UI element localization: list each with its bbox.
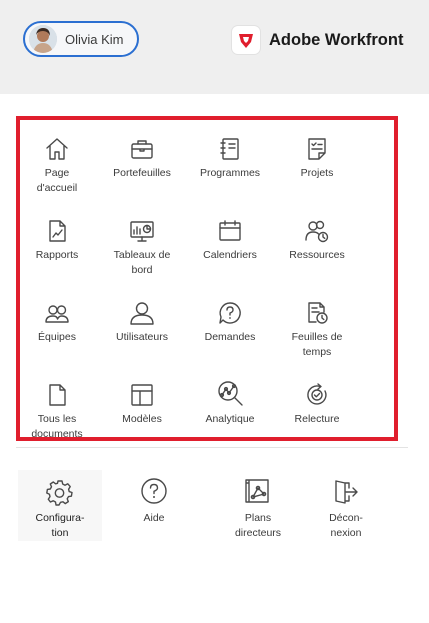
menu-item-label: Équipes (38, 331, 76, 343)
menu-item-home[interactable]: Page d'accueil (15, 128, 99, 196)
menu-item-proof[interactable]: Relecture (275, 374, 359, 427)
timesheet-icon (275, 292, 359, 326)
user-icon (100, 292, 184, 326)
calendar-icon (188, 210, 272, 244)
logout-icon (304, 470, 388, 506)
bottom-item-label: Décon-nexion (329, 512, 363, 539)
menu-item-label: Modèles (122, 413, 162, 425)
bottom-item-gear[interactable]: Configura-tion (18, 470, 102, 541)
blueprint-icon (216, 470, 300, 506)
menu-item-label: Rapports (35, 249, 79, 261)
menu-item-calendar[interactable]: Calendriers (188, 210, 272, 263)
menu-item-user[interactable]: Utilisateurs (100, 292, 184, 345)
dashboard-icon (100, 210, 184, 244)
help-icon (112, 470, 196, 506)
bottom-item-label: Configura-tion (35, 512, 85, 539)
bottom-item-logout[interactable]: Décon-nexion (304, 470, 388, 541)
bottom-item-label: Aide (143, 512, 165, 524)
briefcase-icon (100, 128, 184, 162)
menu-item-analytics[interactable]: Analytique (188, 374, 272, 427)
menu-item-label: Portefeuilles (113, 167, 171, 179)
teams-icon (15, 292, 99, 326)
brand: Adobe Workfront (232, 26, 403, 54)
bottom-item-label: Plans directeurs (234, 512, 282, 539)
requests-icon (188, 292, 272, 326)
bottom-item-blueprint[interactable]: Plans directeurs (216, 470, 300, 541)
analytics-icon (188, 374, 272, 408)
divider (16, 447, 408, 448)
bottom-item-help[interactable]: Aide (112, 470, 196, 526)
user-profile-button[interactable]: Olivia Kim (23, 21, 139, 57)
menu-item-label: Feuilles de temps (291, 331, 343, 358)
menu-item-label: Programmes (199, 167, 261, 179)
menu-item-label: Page d'accueil (36, 167, 78, 194)
avatar (29, 25, 57, 53)
menu-item-label: Tous les documents (31, 413, 83, 440)
proof-icon (275, 374, 359, 408)
menu-item-report[interactable]: Rapports (15, 210, 99, 263)
template-icon (100, 374, 184, 408)
menu-item-dashboard[interactable]: Tableaux de bord (100, 210, 184, 278)
brand-name: Adobe Workfront (269, 30, 404, 49)
report-icon (15, 210, 99, 244)
menu-item-project[interactable]: Projets (275, 128, 359, 181)
menu-item-label: Demandes (204, 331, 256, 343)
user-name: Olivia Kim (65, 31, 124, 47)
menu-item-document[interactable]: Tous les documents (15, 374, 99, 442)
menu-item-label: Calendriers (203, 249, 257, 261)
menu-item-resources[interactable]: Ressources (275, 210, 359, 263)
gear-icon (18, 470, 102, 506)
menu-item-template[interactable]: Modèles (100, 374, 184, 427)
menu-item-label: Projets (300, 167, 334, 179)
header-bar: Olivia Kim Adobe Workfront (0, 0, 429, 94)
menu-item-label: Utilisateurs (116, 331, 168, 343)
menu-item-label: Relecture (294, 413, 340, 425)
document-icon (15, 374, 99, 408)
workfront-logo-icon (232, 26, 260, 54)
notebook-icon (188, 128, 272, 162)
menu-item-label: Tableaux de bord (113, 249, 171, 276)
home-icon (15, 128, 99, 162)
project-icon (275, 128, 359, 162)
menu-item-briefcase[interactable]: Portefeuilles (100, 128, 184, 181)
menu-item-teams[interactable]: Équipes (15, 292, 99, 345)
menu-item-requests[interactable]: Demandes (188, 292, 272, 345)
menu-item-label: Analytique (205, 413, 255, 425)
menu-item-label: Ressources (289, 249, 345, 261)
resources-icon (275, 210, 359, 244)
menu-item-timesheet[interactable]: Feuilles de temps (275, 292, 359, 360)
menu-item-notebook[interactable]: Programmes (188, 128, 272, 181)
